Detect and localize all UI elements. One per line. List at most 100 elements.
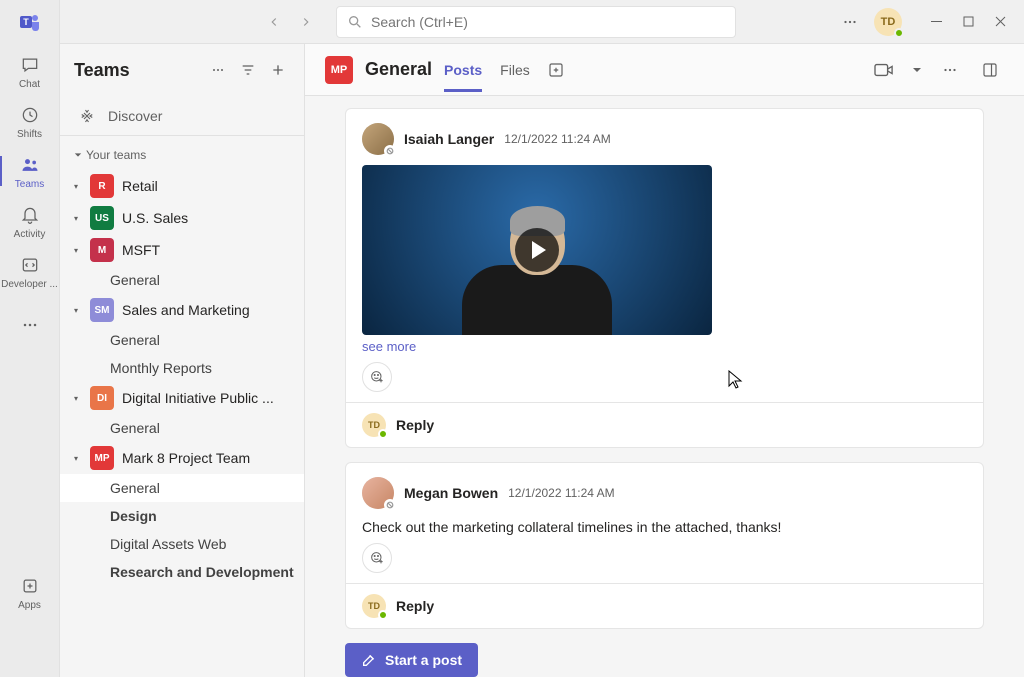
svg-text:T: T — [23, 17, 29, 27]
more-options-button[interactable] — [836, 8, 864, 36]
team-row[interactable]: ▾ M MSFT — [60, 234, 304, 266]
chevron-down-icon: ▾ — [74, 182, 82, 191]
see-more-link[interactable]: see more — [362, 339, 967, 354]
chevron-down-icon — [74, 151, 82, 159]
panel-more-button[interactable] — [206, 58, 230, 82]
chevron-down-icon: ▾ — [74, 306, 82, 315]
user-initials: TD — [881, 16, 896, 28]
play-icon — [515, 228, 559, 272]
rail-label: Apps — [18, 600, 41, 611]
channel-header: MP General PostsFiles — [305, 44, 1024, 96]
start-post-label: Start a post — [385, 652, 462, 668]
channel-row[interactable]: General — [60, 414, 304, 442]
chevron-down-icon: ▾ — [74, 246, 82, 255]
team-row[interactable]: ▾ MP Mark 8 Project Team — [60, 442, 304, 474]
reply-label: Reply — [396, 417, 434, 433]
rail-label: Activity — [14, 229, 46, 240]
channel-row[interactable]: General — [60, 326, 304, 354]
rail-shifts[interactable]: Shifts — [0, 96, 60, 146]
team-row[interactable]: ▾ SM Sales and Marketing — [60, 294, 304, 326]
rail-more[interactable] — [0, 300, 60, 350]
panel-add-button[interactable] — [266, 58, 290, 82]
team-row[interactable]: ▾ US U.S. Sales — [60, 202, 304, 234]
message-text: Check out the marketing collateral timel… — [362, 519, 967, 535]
channel-row[interactable]: Digital Assets Web — [60, 530, 304, 558]
reply-user-avatar: TD — [362, 413, 386, 437]
nav-back-button[interactable] — [260, 8, 288, 36]
messages-area: Isaiah Langer 12/1/2022 11:24 AM see mor… — [305, 96, 1024, 677]
author-avatar[interactable] — [362, 123, 394, 155]
team-row[interactable]: ▾ DI Digital Initiative Public ... — [60, 382, 304, 414]
channel-row[interactable]: Monthly Reports — [60, 354, 304, 382]
presence-available-icon — [378, 610, 388, 620]
panel-filter-button[interactable] — [236, 58, 260, 82]
compose-icon — [361, 652, 377, 668]
rail-apps[interactable]: Apps — [0, 567, 60, 617]
rail-label: Chat — [19, 79, 40, 90]
discover-row[interactable]: Discover — [60, 96, 304, 136]
discover-label: Discover — [108, 108, 162, 124]
channel-team-avatar: MP — [325, 56, 353, 84]
channel-tab[interactable]: Files — [500, 48, 530, 92]
team-name: MSFT — [122, 242, 160, 258]
react-button[interactable] — [362, 362, 392, 392]
user-avatar[interactable]: TD — [874, 8, 902, 36]
rail-chat[interactable]: Chat — [0, 46, 60, 96]
title-bar: TD — [60, 0, 1024, 44]
channel-more-button[interactable] — [936, 56, 964, 84]
window-minimize-button[interactable] — [920, 6, 952, 38]
team-name: Digital Initiative Public ... — [122, 390, 274, 406]
meet-button[interactable] — [870, 56, 898, 84]
rail-activity[interactable]: Activity — [0, 196, 60, 246]
start-post-button[interactable]: Start a post — [345, 643, 478, 677]
chevron-down-icon: ▾ — [74, 454, 82, 463]
rail-label: Developer ... — [1, 279, 58, 290]
message-author: Megan Bowen — [404, 485, 498, 501]
search-input[interactable] — [371, 14, 725, 30]
author-avatar[interactable] — [362, 477, 394, 509]
rail-teams[interactable]: Teams — [0, 146, 60, 196]
channel-row[interactable]: Design — [60, 502, 304, 530]
team-avatar: DI — [90, 386, 114, 410]
panel-title: Teams — [74, 60, 130, 81]
channel-content: MP General PostsFiles — [305, 44, 1024, 677]
channel-row[interactable]: General — [60, 474, 304, 502]
team-avatar: SM — [90, 298, 114, 322]
window-maximize-button[interactable] — [952, 6, 984, 38]
search-icon — [347, 14, 363, 30]
presence-available-icon — [894, 28, 904, 38]
team-avatar: MP — [90, 446, 114, 470]
team-avatar: R — [90, 174, 114, 198]
bell-icon — [18, 203, 42, 227]
more-icon — [18, 313, 42, 337]
video-attachment[interactable] — [362, 165, 712, 335]
channel-info-button[interactable] — [976, 56, 1004, 84]
team-name: Retail — [122, 178, 158, 194]
message-card: Megan Bowen 12/1/2022 11:24 AM Check out… — [345, 462, 984, 629]
react-button[interactable] — [362, 543, 392, 573]
app-rail: T Chat Shifts Teams Activity Developer .… — [0, 0, 60, 677]
add-tab-button[interactable] — [542, 56, 570, 84]
reply-row[interactable]: TD Reply — [346, 583, 983, 628]
window-close-button[interactable] — [984, 6, 1016, 38]
rail-developer[interactable]: Developer ... — [0, 246, 60, 296]
reply-row[interactable]: TD Reply — [346, 402, 983, 447]
teams-panel: Teams Discover Your teams ▾ R Retail▾ US… — [60, 44, 305, 677]
shifts-icon — [18, 103, 42, 127]
nav-forward-button[interactable] — [292, 8, 320, 36]
presence-available-icon — [378, 429, 388, 439]
channel-tab[interactable]: Posts — [444, 48, 482, 92]
developer-icon — [18, 253, 42, 277]
your-teams-header[interactable]: Your teams — [60, 136, 304, 170]
meet-dropdown[interactable] — [910, 56, 924, 84]
team-name: U.S. Sales — [122, 210, 188, 226]
team-name: Mark 8 Project Team — [122, 450, 250, 466]
chat-icon — [18, 53, 42, 77]
team-name: Sales and Marketing — [122, 302, 250, 318]
team-row[interactable]: ▾ R Retail — [60, 170, 304, 202]
channel-row[interactable]: Research and Development — [60, 558, 304, 586]
your-teams-label: Your teams — [86, 148, 146, 162]
rail-label: Shifts — [17, 129, 42, 140]
search-box[interactable] — [336, 6, 736, 38]
channel-row[interactable]: General — [60, 266, 304, 294]
